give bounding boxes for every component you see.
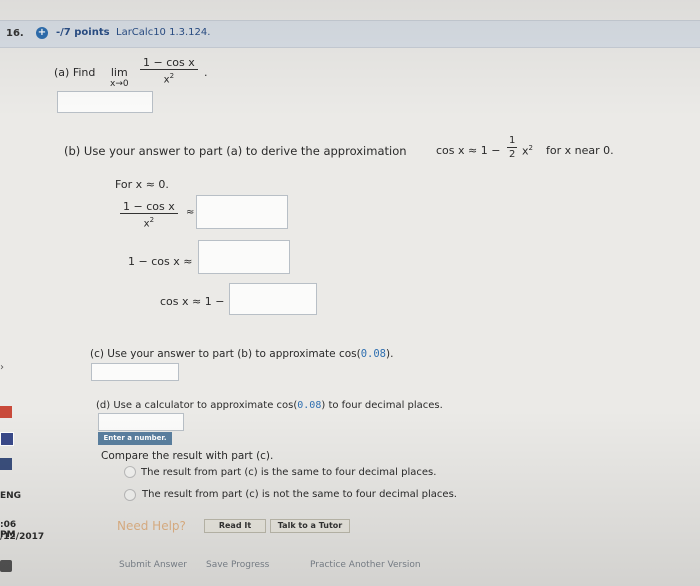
read-it-button[interactable]: Read It	[204, 519, 266, 533]
notifications-icon[interactable]	[0, 560, 12, 572]
part-b-den-exp: 2	[149, 216, 155, 224]
approx-symbol: ≈	[186, 207, 195, 218]
os-taskbar: › ENG :06 PM /12/2017	[0, 350, 44, 586]
part-b-answer-input-3[interactable]	[229, 283, 317, 315]
for-x-near-zero: For x ≈ 0.	[115, 178, 169, 191]
part-b-approx-suffix: for x near 0.	[546, 144, 614, 157]
option-not-same-radio[interactable]	[124, 489, 136, 501]
part-a-den-exp: 2	[169, 72, 175, 80]
part-b-line3: cos x ≈ 1 −	[160, 295, 225, 308]
keyboard-icon[interactable]	[0, 458, 12, 470]
part-a-answer-input[interactable]	[57, 91, 153, 113]
question-number: 16.	[6, 28, 24, 39]
part-a-fraction: 1 − cos x x2	[140, 56, 198, 86]
practice-another-version-button[interactable]: Practice Another Version	[310, 560, 421, 570]
half-denominator: 2	[509, 149, 516, 160]
option-same-radio[interactable]	[124, 466, 136, 478]
points-label: -/7 points	[56, 27, 110, 38]
option-same-label[interactable]: The result from part (c) is the same to …	[141, 467, 436, 478]
course-reference: LarCalc10 1.3.124.	[116, 27, 211, 38]
language-indicator[interactable]: ENG	[0, 491, 21, 501]
need-help-label: Need Help?	[117, 519, 186, 533]
page: 16. + -/7 points LarCalc10 1.3.124. (a) …	[0, 0, 700, 586]
part-d-answer-input[interactable]	[98, 413, 184, 431]
question-header: 16. + -/7 points LarCalc10 1.3.124.	[0, 20, 700, 48]
part-b-label: (b) Use your answer to part (a) to deriv…	[64, 144, 407, 158]
part-b-answer-input-1[interactable]	[196, 195, 288, 229]
part-a-numerator: 1 − cos x	[140, 56, 198, 70]
part-a-label: (a) Find	[54, 66, 96, 79]
part-b-half-fraction: 1 2	[507, 134, 518, 161]
submit-answer-button[interactable]: Submit Answer	[119, 560, 187, 570]
part-b-numerator: 1 − cos x	[120, 200, 178, 214]
part-c-value: 0.08	[360, 348, 387, 360]
part-b-approx-lhs: cos x ≈ 1 −	[436, 144, 501, 157]
expand-plus-icon[interactable]: +	[36, 27, 48, 39]
part-a-period: .	[204, 66, 208, 79]
part-d-value: 0.08	[297, 400, 322, 411]
part-b-approx-x: x2	[522, 144, 533, 158]
part-b-fraction: 1 − cos x x2	[120, 200, 178, 230]
half-numerator: 1	[507, 135, 518, 148]
option-not-same-label[interactable]: The result from part (c) is not the same…	[142, 489, 457, 500]
limit-expression: lim x→0	[110, 66, 129, 89]
lim-word: lim	[110, 66, 128, 79]
battery-icon[interactable]	[0, 432, 14, 446]
part-b-answer-input-2[interactable]	[198, 240, 290, 274]
talk-to-tutor-button[interactable]: Talk to a Tutor	[270, 519, 350, 533]
part-d-label: (d) Use a calculator to approximate cos(…	[96, 400, 443, 411]
enter-number-tooltip: Enter a number.	[98, 432, 172, 445]
clock-date: /12/2017	[0, 532, 45, 542]
save-progress-button[interactable]: Save Progress	[206, 560, 269, 570]
part-c-label: (c) Use your answer to part (b) to appro…	[90, 348, 394, 360]
part-c-answer-input[interactable]	[91, 363, 179, 381]
compare-instruction: Compare the result with part (c).	[101, 450, 274, 462]
part-b-line2: 1 − cos x ≈	[128, 255, 193, 268]
app-red-icon[interactable]	[0, 406, 12, 418]
chevron-right-icon[interactable]: ›	[0, 362, 8, 378]
lim-subscript: x→0	[110, 79, 129, 89]
